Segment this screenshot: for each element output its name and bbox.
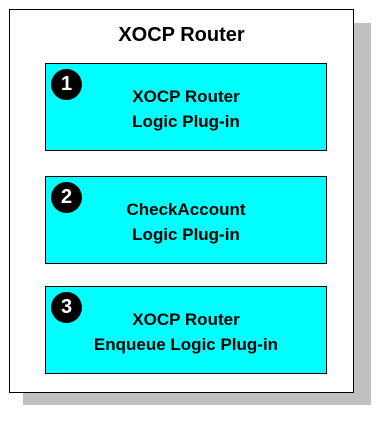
plugin-label-line2: Logic Plug-in — [132, 225, 240, 244]
plugin-box-1: 1 XOCP Router Logic Plug-in — [45, 63, 327, 151]
router-frame: XOCP Router 1 XOCP Router Logic Plug-in … — [9, 9, 354, 393]
plugin-label-line1: XOCP Router — [132, 87, 240, 106]
step-number-badge-1: 1 — [51, 69, 82, 100]
step-number-badge-3: 3 — [51, 292, 82, 323]
plugin-box-2: 2 CheckAccount Logic Plug-in — [45, 176, 327, 264]
router-title: XOCP Router — [118, 24, 245, 46]
step-number-badge-2: 2 — [51, 182, 82, 213]
plugin-label-line2: Enqueue Logic Plug-in — [93, 335, 279, 354]
plugin-box-3: 3 XOCP Router Enqueue Logic Plug-in — [45, 286, 327, 374]
plugin-label-line2: Logic Plug-in — [132, 112, 240, 131]
plugin-label-line1: CheckAccount — [126, 200, 246, 219]
plugin-label-line1: XOCP Router — [132, 310, 240, 329]
